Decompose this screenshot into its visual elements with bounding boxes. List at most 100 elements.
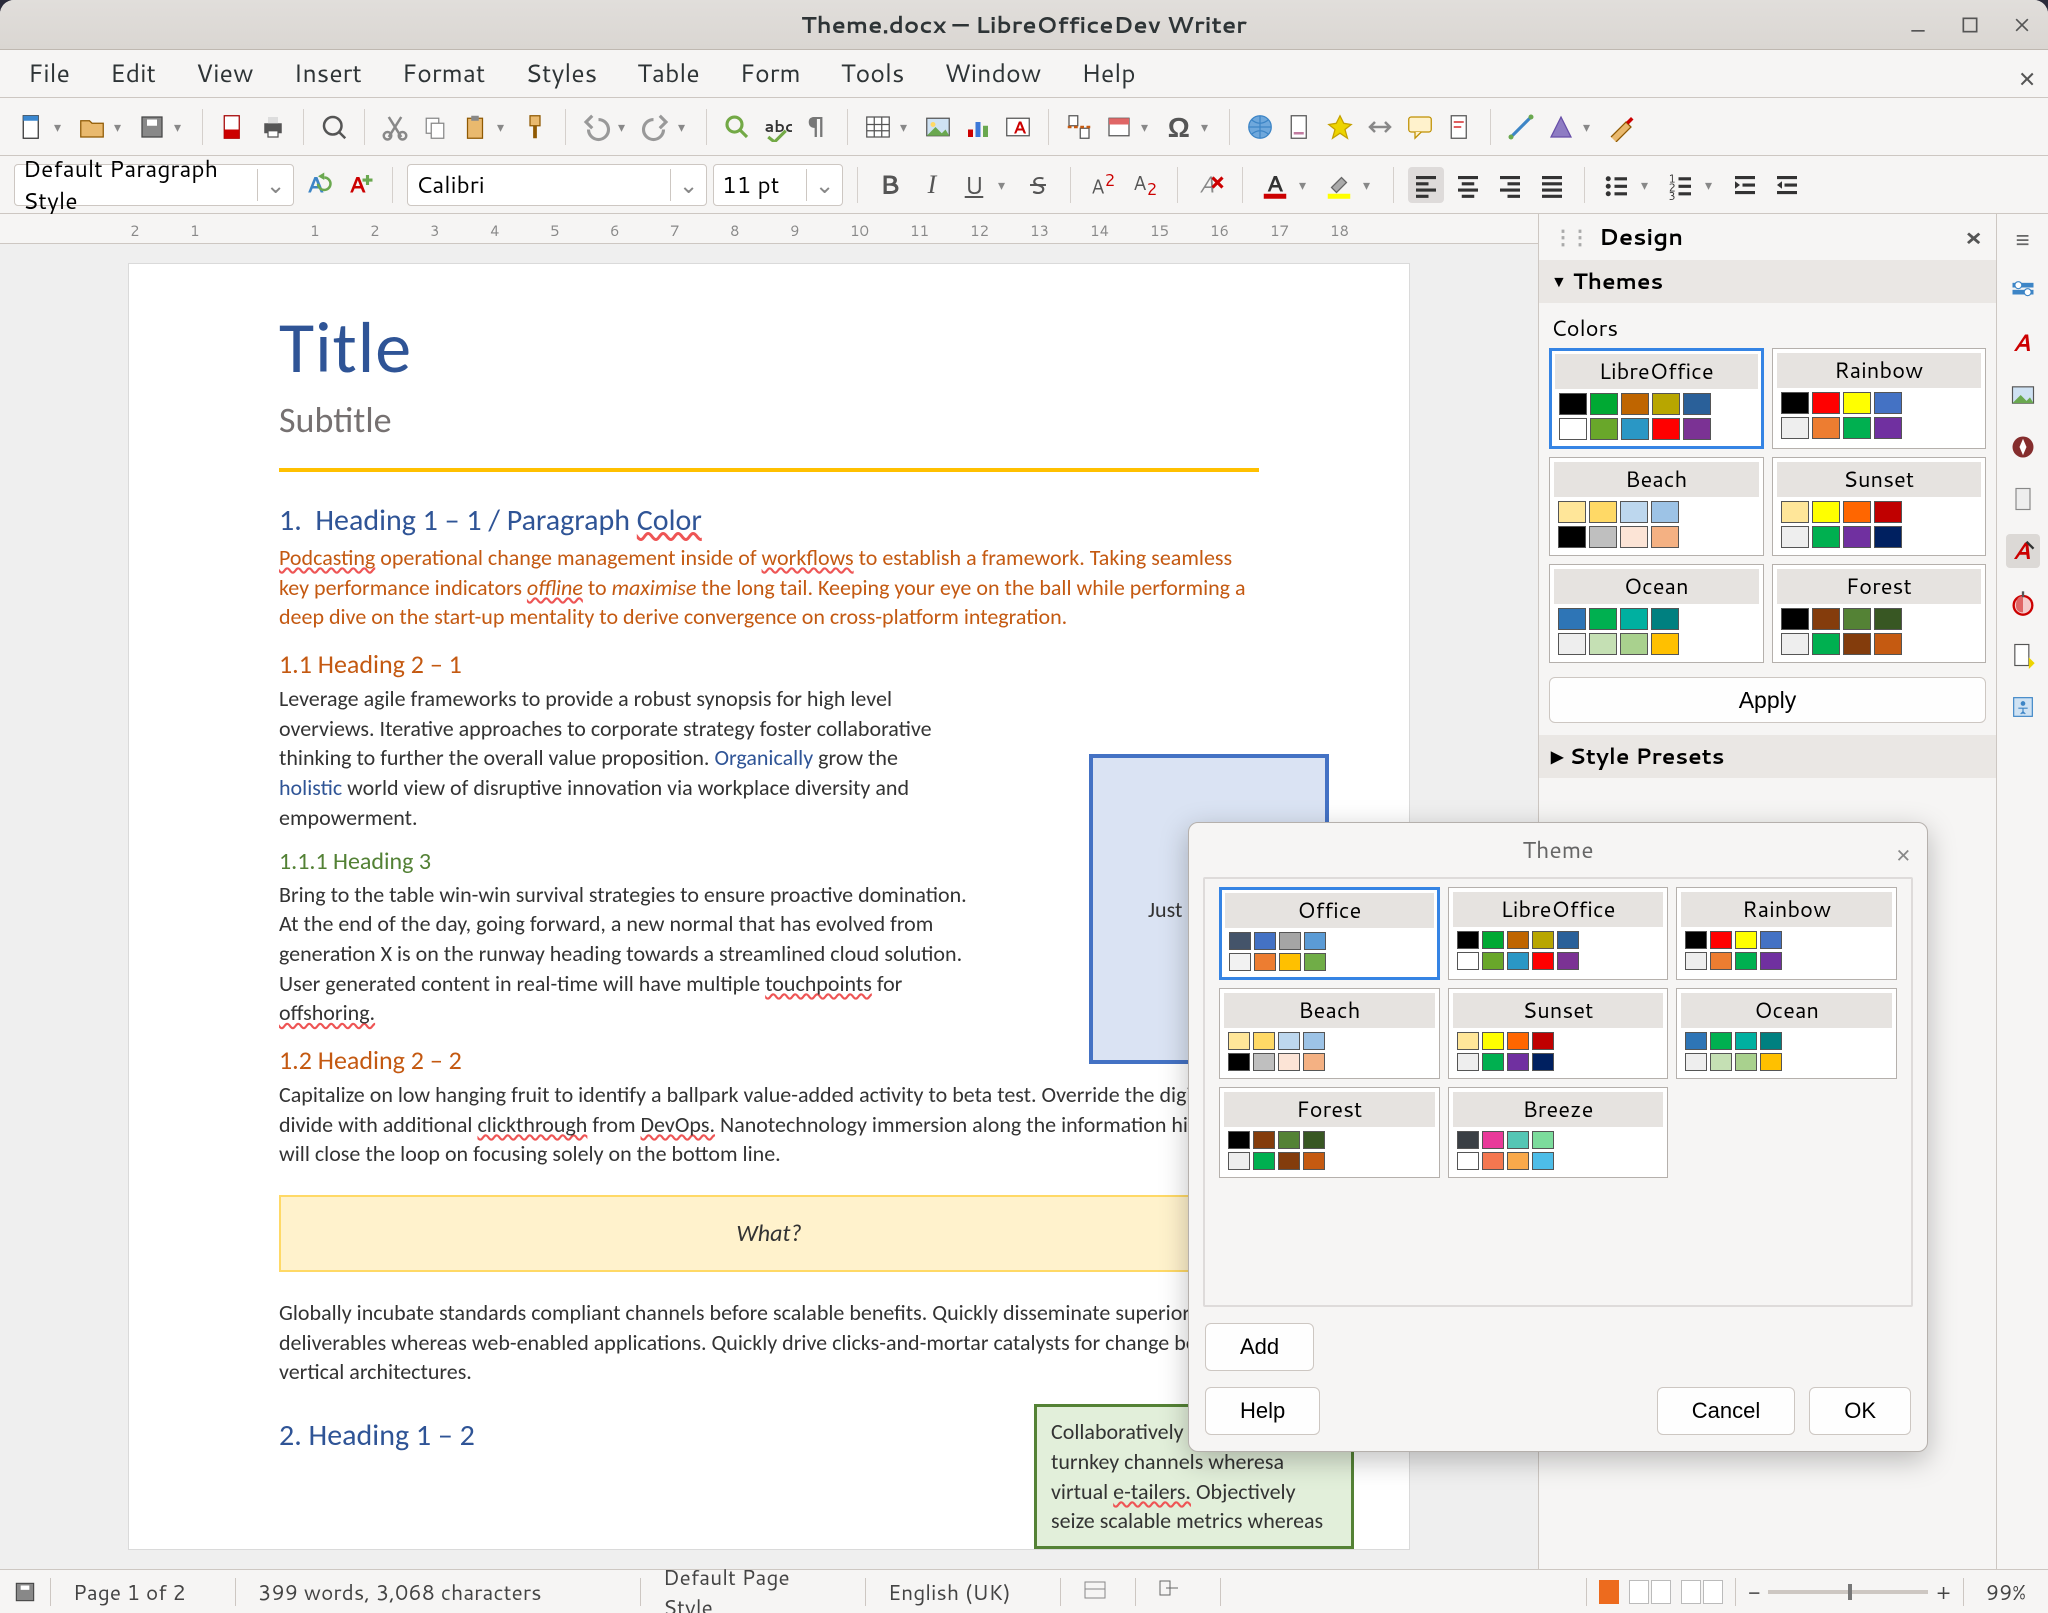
find-replace-icon[interactable] <box>719 109 755 145</box>
subscript-icon[interactable]: A2 <box>1127 167 1163 203</box>
page-panel-icon[interactable] <box>2006 482 2040 516</box>
manage-changes-icon[interactable] <box>2006 638 2040 672</box>
font-color-icon[interactable]: A <box>1257 167 1293 203</box>
document-title[interactable]: Title <box>279 304 1259 392</box>
print-icon[interactable] <box>255 109 291 145</box>
dropdown-icon[interactable]: ▾ <box>54 117 70 137</box>
theme-card-forest[interactable]: Forest <box>1772 564 1987 663</box>
heading-2[interactable]: 1.1 Heading 2 – 1 <box>279 648 1259 680</box>
zoom-out-icon[interactable]: − <box>1748 1577 1760 1607</box>
paragraph[interactable]: Leverage agile frameworks to provide a r… <box>279 684 939 832</box>
paragraph[interactable]: Globally incubate standards compliant ch… <box>279 1298 1259 1387</box>
copy-icon[interactable] <box>417 109 453 145</box>
page-style[interactable]: Default Page Style <box>653 1562 853 1613</box>
document-close-icon[interactable]: × <box>2018 58 2036 98</box>
paste-icon[interactable] <box>457 109 493 145</box>
undo-icon[interactable] <box>578 109 614 145</box>
highlight-color-icon[interactable] <box>1321 167 1357 203</box>
new-style-icon[interactable]: A <box>342 167 378 203</box>
dropdown-icon[interactable]: ▾ <box>1363 175 1379 195</box>
align-right-icon[interactable] <box>1492 167 1528 203</box>
align-center-icon[interactable] <box>1450 167 1486 203</box>
chevron-down-icon[interactable]: ⌄ <box>670 169 698 201</box>
strikethrough-icon[interactable]: S <box>1020 167 1056 203</box>
dropdown-icon[interactable]: ▾ <box>114 117 130 137</box>
navigator-panel-icon[interactable] <box>2006 430 2040 464</box>
theme-card-rainbow[interactable]: Rainbow <box>1772 348 1987 449</box>
save-status-icon[interactable] <box>12 1579 38 1605</box>
menu-table[interactable]: Table <box>619 50 718 97</box>
view-layout-icons[interactable] <box>1599 1580 1723 1604</box>
dropdown-icon[interactable]: ▾ <box>1201 117 1217 137</box>
accessibility-check-icon[interactable] <box>2006 690 2040 724</box>
gallery-panel-icon[interactable] <box>2006 378 2040 412</box>
menu-edit[interactable]: Edit <box>92 50 174 97</box>
print-preview-icon[interactable] <box>316 109 352 145</box>
properties-panel-icon[interactable] <box>2006 274 2040 308</box>
callout-box[interactable]: What? <box>279 1195 1259 1272</box>
language[interactable]: English (UK) <box>878 1577 1048 1607</box>
theme-card-sunset[interactable]: Sunset <box>1772 457 1987 556</box>
dropdown-icon[interactable]: ▾ <box>1141 117 1157 137</box>
paragraph[interactable]: Podcasting operational change management… <box>279 543 1259 632</box>
insert-bookmark-icon[interactable] <box>1322 109 1358 145</box>
formatting-marks-icon[interactable]: ¶ <box>799 109 835 145</box>
increase-indent-icon[interactable] <box>1727 167 1763 203</box>
section-themes[interactable]: ▼ Themes <box>1539 260 1996 303</box>
align-left-icon[interactable] <box>1408 167 1444 203</box>
bold-icon[interactable]: B <box>872 167 908 203</box>
add-button[interactable]: Add <box>1205 1323 1314 1371</box>
styles-panel-icon[interactable]: A <box>2006 326 2040 360</box>
insert-special-char-icon[interactable]: Ω <box>1161 109 1197 145</box>
insert-footnote-icon[interactable] <box>1282 109 1318 145</box>
paragraph[interactable]: Bring to the table win-win survival stra… <box>279 880 979 1028</box>
dropdown-icon[interactable]: ▾ <box>1583 117 1599 137</box>
page-indicator[interactable]: Page 1 of 2 <box>63 1577 223 1607</box>
word-count[interactable]: 399 words, 3,068 characters <box>248 1577 628 1607</box>
theme-card-breeze[interactable]: Breeze <box>1448 1087 1669 1178</box>
zoom-percent[interactable]: 99% <box>1976 1577 2036 1607</box>
open-icon[interactable] <box>74 109 110 145</box>
insert-page-break-icon[interactable] <box>1061 109 1097 145</box>
menu-styles[interactable]: Styles <box>507 50 615 97</box>
dropdown-icon[interactable]: ▾ <box>1641 175 1657 195</box>
hamburger-icon[interactable]: ≡ <box>2006 222 2040 256</box>
clone-formatting-icon[interactable] <box>517 109 553 145</box>
design-panel-icon[interactable]: A <box>2006 534 2040 568</box>
zoom-slider[interactable]: − + <box>1748 1577 1951 1607</box>
dropdown-icon[interactable]: ▾ <box>998 175 1014 195</box>
dialog-titlebar[interactable]: Theme × <box>1189 823 1927 877</box>
close-icon[interactable]: × <box>1965 220 1982 254</box>
section-style-presets[interactable]: ▶ Style Presets <box>1539 735 1996 778</box>
theme-card-sunset[interactable]: Sunset <box>1448 988 1669 1079</box>
spellcheck-icon[interactable]: abc <box>759 109 795 145</box>
align-justify-icon[interactable] <box>1534 167 1570 203</box>
bullet-list-icon[interactable] <box>1599 167 1635 203</box>
new-document-icon[interactable] <box>14 109 50 145</box>
menu-tools[interactable]: Tools <box>823 50 923 97</box>
insert-mode[interactable] <box>1073 1577 1123 1607</box>
insert-line-icon[interactable] <box>1503 109 1539 145</box>
theme-card-libreoffice[interactable]: LibreOffice <box>1549 348 1764 449</box>
theme-card-beach[interactable]: Beach <box>1219 988 1440 1079</box>
insert-comment-icon[interactable] <box>1402 109 1438 145</box>
theme-card-rainbow[interactable]: Rainbow <box>1676 887 1897 980</box>
dropdown-icon[interactable]: ▾ <box>1705 175 1721 195</box>
apply-button[interactable]: Apply <box>1549 677 1986 723</box>
theme-card-ocean[interactable]: Ocean <box>1676 988 1897 1079</box>
theme-card-libreoffice[interactable]: LibreOffice <box>1448 887 1669 980</box>
theme-card-office[interactable]: Office <box>1219 887 1440 980</box>
close-icon[interactable]: × <box>1896 837 1911 871</box>
ok-button[interactable]: OK <box>1809 1387 1911 1435</box>
insert-image-icon[interactable] <box>920 109 956 145</box>
menu-window[interactable]: Window <box>926 50 1059 97</box>
selection-mode[interactable] <box>1148 1577 1208 1607</box>
paragraph[interactable]: Capitalize on low hanging fruit to ident… <box>279 1080 1259 1169</box>
zoom-in-icon[interactable]: + <box>1936 1577 1950 1607</box>
theme-card-beach[interactable]: Beach <box>1549 457 1764 556</box>
dropdown-icon[interactable]: ▾ <box>618 117 634 137</box>
menu-view[interactable]: View <box>178 50 272 97</box>
number-list-icon[interactable]: 123 <box>1663 167 1699 203</box>
menu-form[interactable]: Form <box>722 50 819 97</box>
theme-card-forest[interactable]: Forest <box>1219 1087 1440 1178</box>
